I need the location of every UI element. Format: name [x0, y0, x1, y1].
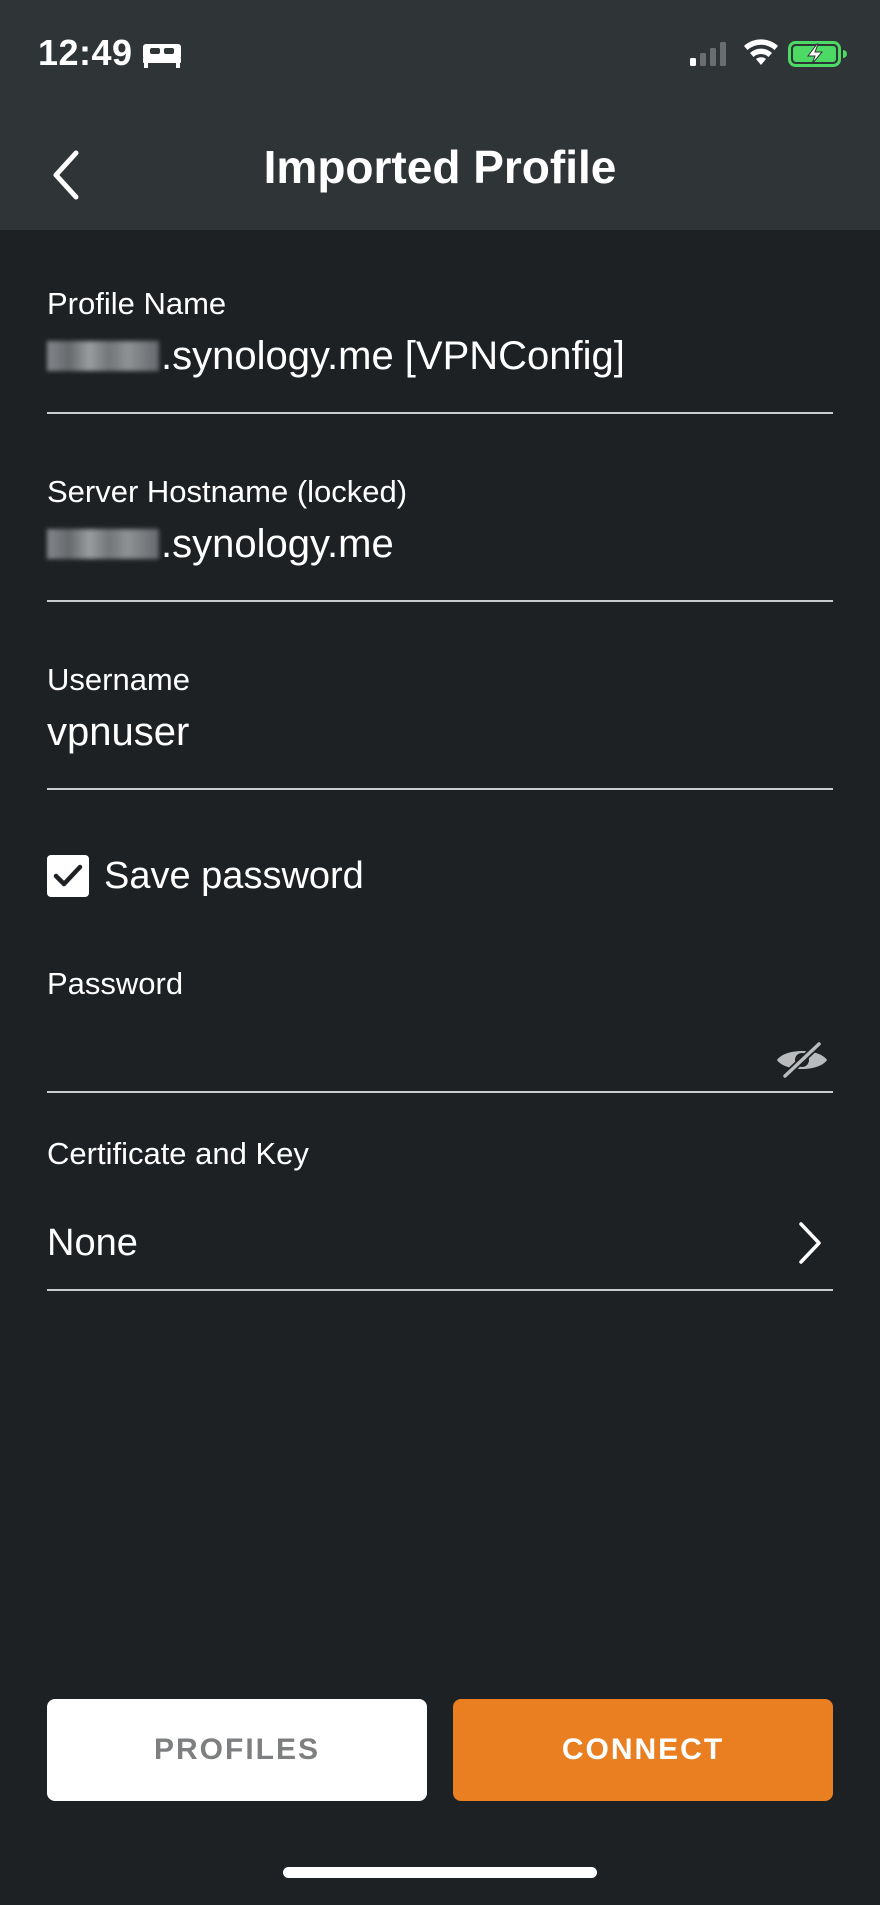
header-area: 12:49 Imported Profile	[0, 0, 880, 230]
status-time: 12:49	[38, 32, 133, 73]
navigation-bar: Imported Profile	[0, 108, 880, 230]
wifi-icon	[744, 39, 778, 65]
battery-charging-icon	[788, 41, 847, 67]
server-hostname-text: .synology.me	[161, 522, 394, 566]
save-password-checkbox[interactable]	[47, 855, 89, 897]
home-indicator[interactable]	[283, 1867, 597, 1878]
save-password-label: Save password	[104, 854, 364, 897]
redacted-text	[47, 341, 159, 371]
username-label: Username	[47, 662, 190, 697]
profile-name-value[interactable]: .synology.me [VPNConfig]	[47, 334, 833, 379]
checkmark-icon	[53, 864, 83, 887]
imported-profile-screen: 12:49 Imported Profile Profile Name .syn…	[0, 0, 880, 1905]
cellular-signal-icon	[690, 42, 726, 66]
username-value[interactable]: vpnuser	[47, 710, 833, 755]
connect-button[interactable]: CONNECT	[453, 1699, 833, 1801]
chevron-right-icon	[799, 1222, 821, 1264]
profile-name-label: Profile Name	[47, 286, 227, 321]
save-password-row[interactable]: Save password	[47, 852, 364, 900]
eye-slash-icon[interactable]	[773, 1040, 831, 1080]
password-label: Password	[47, 966, 184, 1001]
certificate-and-key-row[interactable]: Certificate and Key None	[47, 1136, 833, 1291]
password-field[interactable]: Password	[47, 966, 833, 1093]
sleep-icon	[143, 44, 181, 68]
page-title: Imported Profile	[263, 141, 617, 193]
server-hostname-field: Server Hostname (locked) .synology.me	[47, 474, 833, 602]
profiles-button[interactable]: PROFILES	[47, 1699, 427, 1801]
server-hostname-value: .synology.me	[47, 522, 833, 567]
certificate-value: None	[47, 1222, 138, 1264]
username-field[interactable]: Username vpnuser	[47, 662, 833, 790]
status-bar: 12:49	[0, 0, 880, 108]
profile-name-field[interactable]: Profile Name .synology.me [VPNConfig]	[47, 286, 833, 414]
server-hostname-label: Server Hostname (locked)	[47, 474, 408, 509]
redacted-text	[47, 529, 159, 559]
certificate-label: Certificate and Key	[47, 1136, 309, 1171]
profile-name-text: .synology.me [VPNConfig]	[161, 334, 625, 378]
